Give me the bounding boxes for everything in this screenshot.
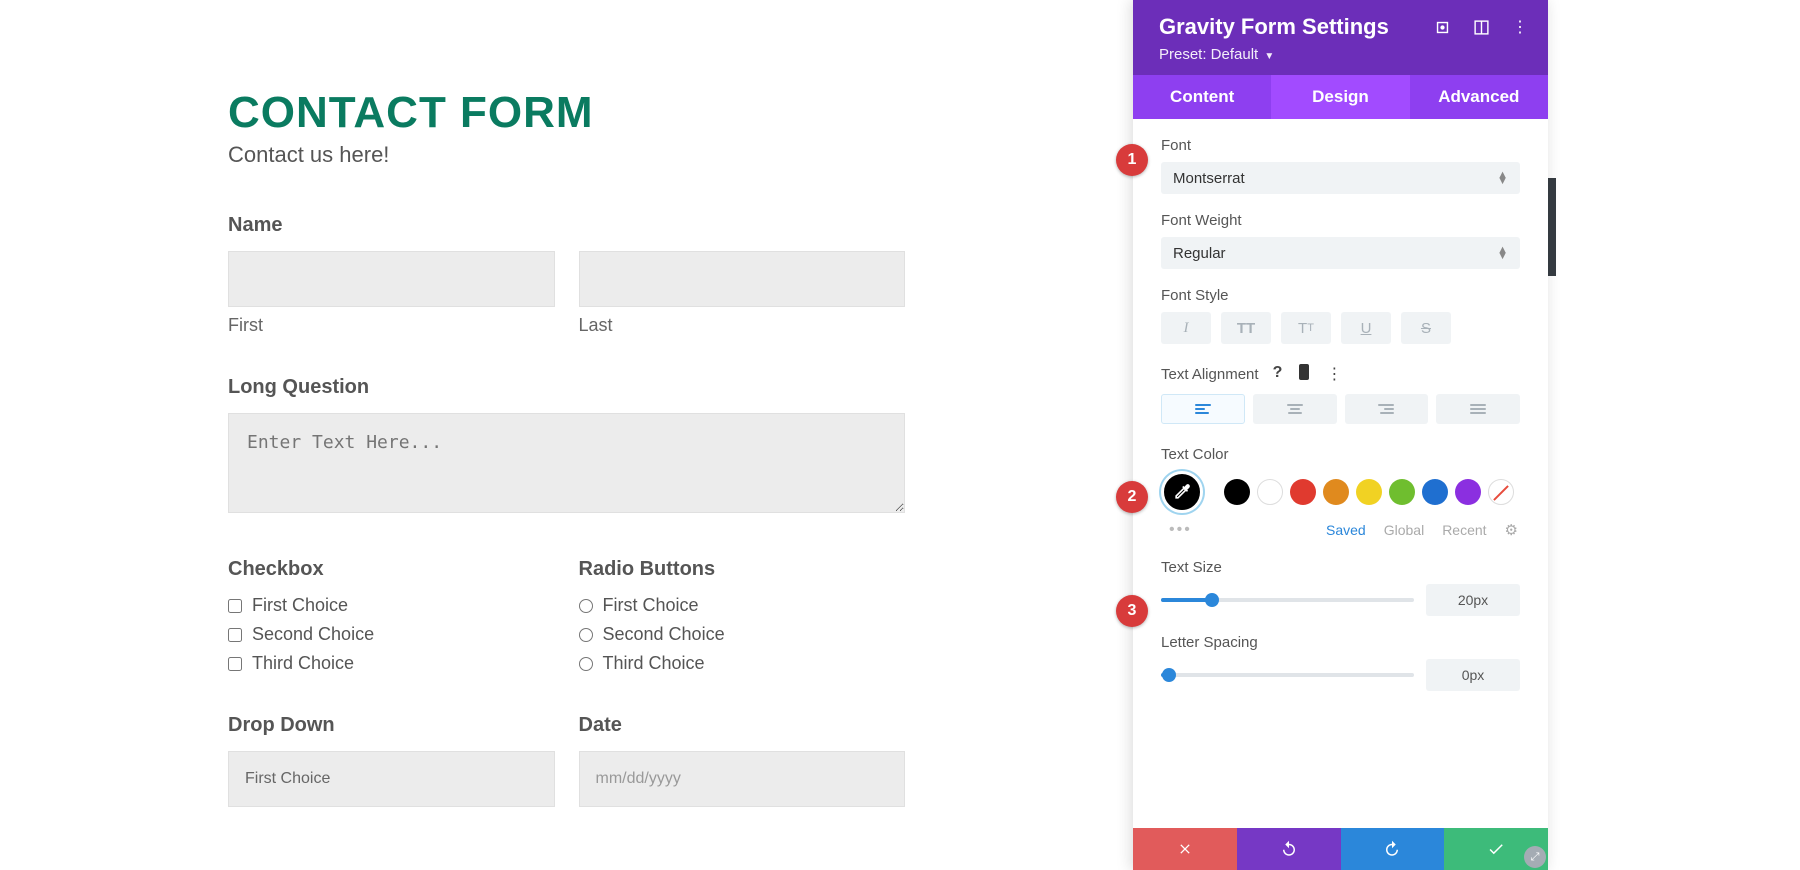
panel-title: Gravity Form Settings [1159, 14, 1389, 40]
date-label: Date [579, 714, 906, 737]
panel-header: Gravity Form Settings ⋮ Preset: Default … [1133, 0, 1548, 75]
checkbox-choice[interactable]: Second Choice [228, 624, 555, 645]
color-swatch-orange[interactable] [1323, 479, 1349, 505]
letter-spacing-label: Letter Spacing [1161, 634, 1520, 651]
first-sublabel: First [228, 315, 555, 336]
letter-spacing-value[interactable]: 0px [1426, 659, 1520, 691]
letter-spacing-slider[interactable] [1161, 673, 1414, 677]
font-weight-select[interactable]: Regular▲▼ [1161, 237, 1520, 269]
dropdown-select[interactable]: First Choice [228, 751, 555, 807]
layout-icon[interactable] [1473, 19, 1490, 36]
color-swatch-none[interactable] [1488, 479, 1514, 505]
radio-label: Radio Buttons [579, 558, 906, 581]
align-right-button[interactable] [1345, 394, 1429, 424]
long-question-label: Long Question [228, 376, 905, 399]
color-picker-button[interactable] [1161, 471, 1203, 513]
kebab-icon[interactable]: ⋮ [1326, 364, 1342, 384]
cancel-button[interactable] [1133, 828, 1237, 870]
color-swatch-blue[interactable] [1422, 479, 1448, 505]
text-size-value[interactable]: 20px [1426, 584, 1520, 616]
undo-icon [1280, 840, 1298, 858]
dropdown-label: Drop Down [228, 714, 555, 737]
font-select[interactable]: Montserrat▲▼ [1161, 162, 1520, 194]
color-swatch-red[interactable] [1290, 479, 1316, 505]
color-swatch-white[interactable] [1257, 479, 1283, 505]
radio-choice[interactable]: First Choice [579, 595, 906, 616]
text-size-slider[interactable] [1161, 598, 1414, 602]
panel-body: Font Montserrat▲▼ Font Weight Regular▲▼ … [1133, 119, 1548, 828]
long-question-textarea[interactable] [228, 413, 905, 513]
font-style-label: Font Style [1161, 287, 1520, 304]
device-icon[interactable] [1298, 364, 1310, 384]
tab-advanced[interactable]: Advanced [1410, 75, 1548, 119]
font-weight-label: Font Weight [1161, 212, 1520, 229]
scrollbar-thumb[interactable] [1548, 178, 1556, 276]
align-justify-button[interactable] [1436, 394, 1520, 424]
color-swatch-purple[interactable] [1455, 479, 1481, 505]
uppercase-button[interactable]: TT [1221, 312, 1271, 344]
color-swatch-green[interactable] [1389, 479, 1415, 505]
radio-input[interactable] [579, 628, 593, 642]
tab-content[interactable]: Content [1133, 75, 1271, 119]
font-label: Font [1161, 137, 1520, 154]
radio-choice[interactable]: Third Choice [579, 653, 906, 674]
panel-footer [1133, 828, 1548, 870]
saved-tab[interactable]: Saved [1326, 522, 1366, 538]
text-align-label: Text Alignment [1161, 366, 1259, 383]
italic-button[interactable]: I [1161, 312, 1211, 344]
form-subtitle: Contact us here! [228, 142, 905, 168]
name-label: Name [228, 214, 905, 237]
recent-tab[interactable]: Recent [1442, 522, 1486, 538]
more-dots-icon[interactable]: ••• [1169, 521, 1192, 539]
radio-input[interactable] [579, 657, 593, 671]
annotation-badge-3: 3 [1116, 595, 1148, 627]
gear-icon[interactable]: ⚙ [1505, 521, 1518, 539]
undo-button[interactable] [1237, 828, 1341, 870]
text-size-label: Text Size [1161, 559, 1520, 576]
panel-tabs: Content Design Advanced [1133, 75, 1548, 119]
checkbox-label: Checkbox [228, 558, 555, 581]
floating-action-icon[interactable]: ⤢ [1524, 846, 1546, 868]
help-icon[interactable]: ? [1273, 364, 1283, 384]
settings-panel: Gravity Form Settings ⋮ Preset: Default … [1133, 0, 1548, 870]
close-icon [1177, 841, 1193, 857]
underline-button[interactable]: U [1341, 312, 1391, 344]
color-swatch-black[interactable] [1224, 479, 1250, 505]
date-input[interactable]: mm/dd/yyyy [579, 751, 906, 807]
kebab-menu-icon[interactable]: ⋮ [1512, 17, 1528, 37]
strikethrough-button[interactable]: S [1401, 312, 1451, 344]
align-left-button[interactable] [1161, 394, 1245, 424]
first-name-input[interactable] [228, 251, 555, 307]
global-tab[interactable]: Global [1384, 522, 1424, 538]
checkbox-input[interactable] [228, 628, 242, 642]
radio-choice[interactable]: Second Choice [579, 624, 906, 645]
redo-icon [1383, 840, 1401, 858]
checkbox-choice[interactable]: First Choice [228, 595, 555, 616]
text-color-label: Text Color [1161, 446, 1520, 463]
preset-dropdown[interactable]: Preset: Default ▼ [1159, 46, 1528, 63]
checkbox-input[interactable] [228, 657, 242, 671]
align-center-button[interactable] [1253, 394, 1337, 424]
checkbox-input[interactable] [228, 599, 242, 613]
form-title: CONTACT FORM [228, 88, 905, 138]
check-icon [1487, 840, 1505, 858]
annotation-badge-2: 2 [1116, 481, 1148, 513]
eyedropper-icon [1172, 482, 1192, 502]
last-sublabel: Last [579, 315, 906, 336]
annotation-badge-1: 1 [1116, 144, 1148, 176]
radio-input[interactable] [579, 599, 593, 613]
tab-design[interactable]: Design [1271, 75, 1409, 119]
expand-icon[interactable] [1434, 19, 1451, 36]
checkbox-choice[interactable]: Third Choice [228, 653, 555, 674]
redo-button[interactable] [1341, 828, 1445, 870]
last-name-input[interactable] [579, 251, 906, 307]
form-preview-canvas: CONTACT FORM Contact us here! Name First… [0, 0, 1133, 870]
smallcaps-button[interactable]: TT [1281, 312, 1331, 344]
color-swatch-yellow[interactable] [1356, 479, 1382, 505]
